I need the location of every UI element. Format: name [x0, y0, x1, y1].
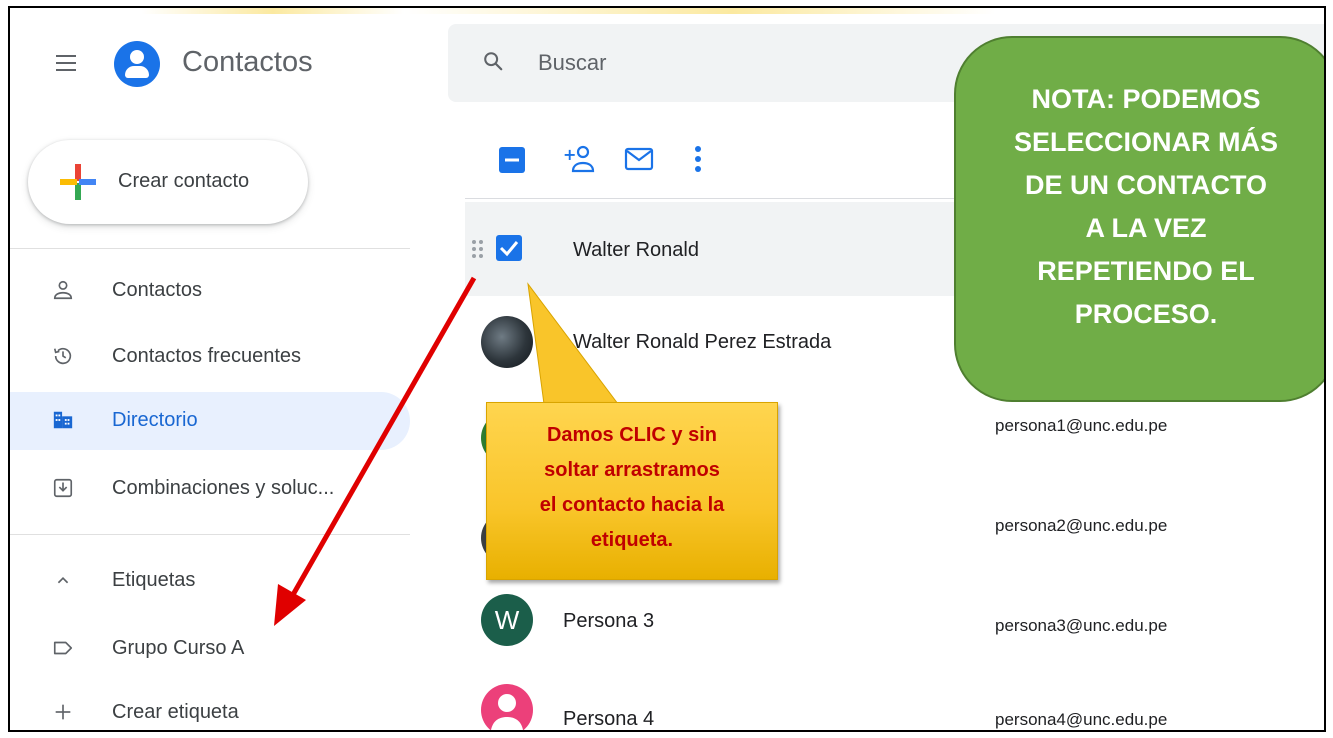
- person-icon: [53, 280, 73, 300]
- contact-row[interactable]: Persona 4 persona4@unc.edu.pe: [465, 680, 1324, 730]
- plus-icon: [60, 164, 96, 200]
- labels-header: Etiquetas: [112, 569, 196, 591]
- search-input[interactable]: [538, 48, 918, 78]
- contact-email: persona2@unc.edu.pe: [995, 516, 1168, 535]
- note-line: SELECCIONAR MÁS: [1013, 127, 1278, 157]
- directory-icon: [53, 411, 73, 429]
- person-icon: [491, 694, 523, 730]
- more-vert-icon[interactable]: [692, 144, 704, 176]
- contact-email: persona1@unc.edu.pe: [995, 416, 1168, 435]
- callout-pointer: [527, 282, 619, 405]
- history-icon: [53, 347, 72, 365]
- screenshot-frame: Contactos Crear contacto Contactos Conta…: [8, 6, 1326, 732]
- top-banner-strip: [10, 8, 1324, 14]
- contact-email: persona4@unc.edu.pe: [995, 710, 1168, 729]
- email-icon[interactable]: [624, 146, 654, 172]
- drag-instruction-callout: Damos CLIC y sin soltar arrastramos el c…: [486, 402, 778, 580]
- chevron-up-icon: [57, 576, 69, 584]
- note-line: PROCESO.: [1074, 299, 1218, 329]
- note-line: REPETIENDO EL: [1037, 256, 1255, 286]
- label-icon: [53, 641, 73, 655]
- contact-name: Walter Ronald: [573, 239, 699, 261]
- avatar: [481, 684, 533, 730]
- contact-name: Persona 3: [563, 610, 655, 632]
- contacts-logo-icon: [114, 41, 160, 87]
- main-menu-icon[interactable]: [56, 55, 76, 71]
- note-callout: NOTA: PODEMOS SELECCIONAR MÁS DE UN CONT…: [954, 36, 1324, 402]
- create-label-text: Crear etiqueta: [112, 701, 239, 723]
- app-title: Contactos: [182, 46, 313, 78]
- contact-email: persona3@unc.edu.pe: [995, 616, 1168, 635]
- note-line: A LA VEZ: [1085, 213, 1207, 243]
- plus-icon: [55, 704, 71, 720]
- sidebar-divider: [10, 248, 410, 249]
- note-line: NOTA: PODEMOS: [1031, 84, 1261, 114]
- contact-row[interactable]: W Persona 3 persona3@unc.edu.pe: [465, 586, 1324, 678]
- callout-line: el contacto hacia la: [539, 494, 725, 516]
- callout-line: Damos CLIC y sin: [546, 424, 718, 446]
- contact-name: Persona 4: [563, 708, 655, 730]
- checkbox-checked-icon[interactable]: [495, 234, 523, 262]
- svg-text:+: +: [563, 145, 576, 164]
- drag-handle-icon[interactable]: [471, 238, 485, 260]
- drag-arrow: [274, 276, 477, 626]
- create-contact-label: Crear contacto: [118, 170, 250, 192]
- deselect-checkbox-icon[interactable]: [498, 146, 526, 174]
- create-label-button[interactable]: Crear etiqueta: [10, 684, 410, 730]
- sidebar-item-label: Grupo Curso A: [112, 637, 245, 659]
- sidebar-item-label: Directorio: [112, 409, 198, 431]
- sidebar-item-label: Contactos: [112, 279, 203, 301]
- merge-icon: [53, 478, 73, 498]
- create-contact-button[interactable]: Crear contacto: [28, 140, 308, 224]
- add-to-contacts-icon[interactable]: +: [563, 144, 597, 174]
- note-line: DE UN CONTACTO: [1025, 170, 1267, 200]
- search-icon[interactable]: [482, 50, 504, 72]
- callout-line: etiqueta.: [590, 529, 674, 551]
- callout-line: soltar arrastramos: [544, 459, 720, 481]
